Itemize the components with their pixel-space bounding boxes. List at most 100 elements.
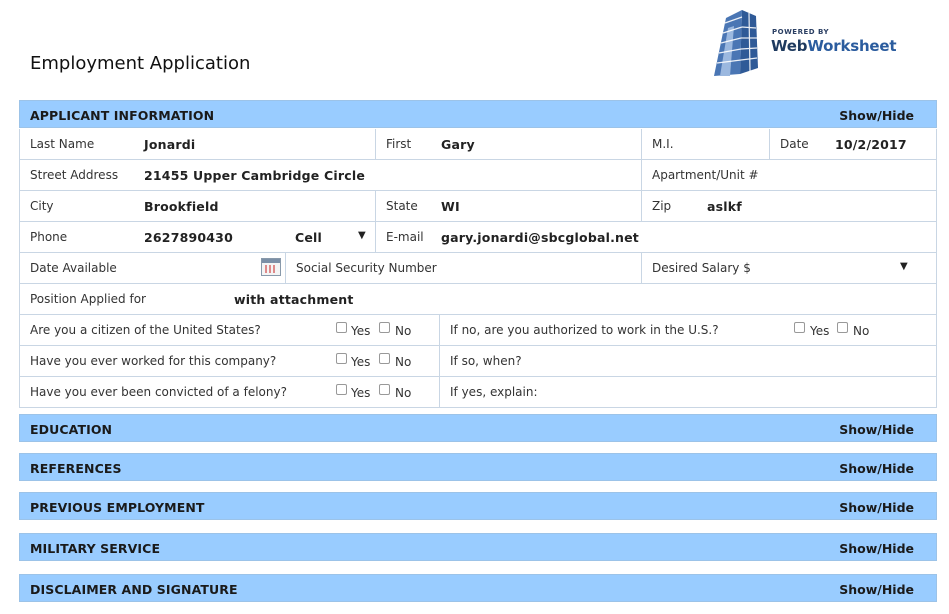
citizen-yes-checkbox[interactable] [336, 322, 347, 333]
explain-question: If yes, explain: [450, 385, 538, 399]
worked-cell: Have you ever worked for this company? Y… [20, 346, 439, 376]
position-cell: Position Applied for with attachment [20, 284, 936, 314]
section-references: REFERENCES Show/Hide [19, 453, 937, 481]
last-name-cell: Last Name Jonardi [20, 129, 375, 159]
section-title: REFERENCES [30, 461, 122, 476]
email-label: E-mail [386, 230, 424, 244]
street-label: Street Address [30, 168, 119, 182]
citizen-no-label: No [395, 324, 412, 338]
mi-cell: M.I. [641, 129, 769, 159]
citizen-yes-label: Yes [351, 324, 371, 338]
ssn-label: Social Security Number [296, 261, 437, 275]
salary-label: Desired Salary $ [652, 261, 751, 275]
email-cell: E-mail gary.jonardi@sbcglobal.net [375, 222, 936, 252]
authorized-yes-label: Yes [810, 324, 830, 338]
phone-cell: Phone 2627890430 Cell ▼ [20, 222, 375, 252]
show-hide-toggle[interactable]: Show/Hide [839, 582, 914, 597]
applicant-form: Last Name Jonardi First Gary M.I. Date 1… [19, 129, 937, 408]
worked-no-checkbox[interactable] [379, 353, 390, 364]
phone-input[interactable]: 2627890430 [144, 230, 233, 245]
section-title: APPLICANT INFORMATION [30, 108, 215, 123]
apartment-label: Apartment/Unit # [652, 168, 759, 182]
calendar-icon[interactable] [261, 258, 281, 276]
felony-cell: Have you ever been convicted of a felony… [20, 377, 439, 407]
last-name-label: Last Name [30, 137, 95, 151]
street-cell: Street Address 21455 Upper Cambridge Cir… [20, 160, 641, 190]
chevron-down-icon[interactable]: ▼ [358, 230, 366, 241]
logo-brand-part2: Worksheet [807, 37, 897, 55]
authorized-cell: If no, are you authorized to work in the… [439, 315, 936, 345]
first-name-cell: First Gary [375, 129, 641, 159]
worked-yes-checkbox[interactable] [336, 353, 347, 364]
section-education: EDUCATION Show/Hide [19, 414, 937, 442]
show-hide-toggle[interactable]: Show/Hide [839, 108, 914, 123]
date-label: Date [780, 137, 809, 151]
section-applicant-information: APPLICANT INFORMATION Show/Hide [19, 100, 937, 128]
when-cell: If so, when? [439, 346, 936, 376]
felony-yes-label: Yes [351, 386, 371, 400]
logo-brand: WebWorksheet [771, 37, 897, 55]
explain-cell: If yes, explain: [439, 377, 936, 407]
form-row-city: City Brookfield State WI Zip aslkf [20, 191, 936, 222]
form-row-phone: Phone 2627890430 Cell ▼ E-mail gary.jona… [20, 222, 936, 253]
show-hide-toggle[interactable]: Show/Hide [839, 422, 914, 437]
citizen-question: Are you a citizen of the United States? [30, 323, 261, 337]
show-hide-toggle[interactable]: Show/Hide [839, 541, 914, 556]
show-hide-toggle[interactable]: Show/Hide [839, 500, 914, 515]
email-input[interactable]: gary.jonardi@sbcglobal.net [441, 230, 639, 245]
first-name-input[interactable]: Gary [441, 137, 475, 152]
form-row-name: Last Name Jonardi First Gary M.I. Date 1… [20, 129, 936, 160]
mi-label: M.I. [652, 137, 674, 151]
phone-type-select[interactable]: Cell [295, 230, 322, 245]
form-row-position: Position Applied for with attachment [20, 284, 936, 315]
authorized-no-label: No [853, 324, 870, 338]
form-row-worked: Have you ever worked for this company? Y… [20, 346, 936, 377]
date-available-cell: Date Available [20, 253, 285, 283]
section-title: MILITARY SERVICE [30, 541, 161, 556]
felony-yes-checkbox[interactable] [336, 384, 347, 395]
citizen-cell: Are you a citizen of the United States? … [20, 315, 439, 345]
salary-cell: Desired Salary $ ▼ [641, 253, 936, 283]
page-title: Employment Application [30, 53, 251, 74]
worked-question: Have you ever worked for this company? [30, 354, 277, 368]
city-input[interactable]: Brookfield [144, 199, 219, 214]
authorized-question: If no, are you authorized to work in the… [450, 323, 719, 337]
when-question: If so, when? [450, 354, 522, 368]
logo-powered-by: POWERED BY [772, 28, 830, 36]
zip-input[interactable]: aslkf [707, 199, 742, 214]
section-title: EDUCATION [30, 422, 113, 437]
worked-yes-label: Yes [351, 355, 371, 369]
state-label: State [386, 199, 418, 213]
section-title: DISCLAIMER AND SIGNATURE [30, 582, 238, 597]
position-input[interactable]: with attachment [234, 292, 354, 307]
logo-brand-part1: Web [771, 37, 808, 55]
authorized-yes-checkbox[interactable] [794, 322, 805, 333]
felony-no-checkbox[interactable] [379, 384, 390, 395]
position-label: Position Applied for [30, 292, 146, 306]
date-input[interactable]: 10/2/2017 [835, 137, 907, 152]
city-cell: City Brookfield [20, 191, 375, 221]
citizen-no-checkbox[interactable] [379, 322, 390, 333]
form-row-felony: Have you ever been convicted of a felony… [20, 377, 936, 408]
state-input[interactable]: WI [441, 199, 460, 214]
worked-no-label: No [395, 355, 412, 369]
authorized-no-checkbox[interactable] [837, 322, 848, 333]
apartment-cell: Apartment/Unit # [641, 160, 936, 190]
zip-label: Zip [652, 199, 672, 213]
form-row-citizen: Are you a citizen of the United States? … [20, 315, 936, 346]
webworksheet-logo: POWERED BY WebWorksheet [712, 8, 907, 80]
section-disclaimer-signature: DISCLAIMER AND SIGNATURE Show/Hide [19, 574, 937, 602]
phone-label: Phone [30, 230, 68, 244]
date-cell: Date 10/2/2017 [769, 129, 936, 159]
first-name-label: First [386, 137, 412, 151]
felony-question: Have you ever been convicted of a felony… [30, 385, 287, 399]
section-previous-employment: PREVIOUS EMPLOYMENT Show/Hide [19, 492, 937, 520]
last-name-input[interactable]: Jonardi [144, 137, 195, 152]
date-available-label: Date Available [30, 261, 117, 275]
show-hide-toggle[interactable]: Show/Hide [839, 461, 914, 476]
section-military-service: MILITARY SERVICE Show/Hide [19, 533, 937, 561]
city-label: City [30, 199, 54, 213]
street-input[interactable]: 21455 Upper Cambridge Circle [144, 168, 365, 183]
form-row-address: Street Address 21455 Upper Cambridge Cir… [20, 160, 936, 191]
chevron-down-icon[interactable]: ▼ [900, 261, 908, 272]
